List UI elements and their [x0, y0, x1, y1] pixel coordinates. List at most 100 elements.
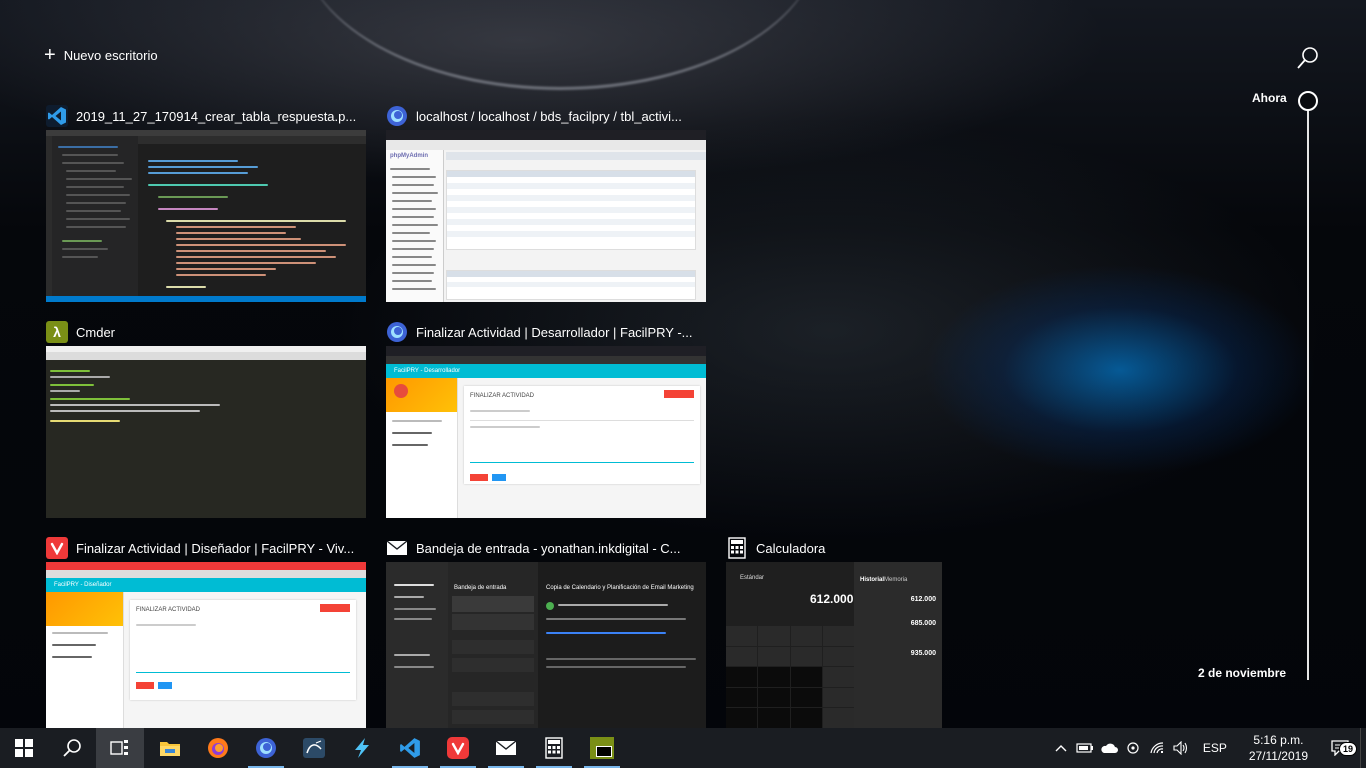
firefox-dev-icon [386, 105, 408, 127]
window-title-bar: Bandeja de entrada - yonathan.inkdigital… [386, 534, 681, 562]
battery-icon [1076, 743, 1093, 753]
calc-history-value: 612.000 [910, 596, 936, 603]
vivaldi-icon [46, 537, 68, 559]
task-view-icon [110, 740, 128, 755]
thumb-mail-subject: Copia de Calendario y Planificación de E… [546, 585, 694, 591]
task-view-button[interactable] [96, 728, 144, 768]
window-title-bar: λ Cmder [46, 318, 115, 346]
show-hidden-icons-button[interactable] [1049, 728, 1073, 768]
vscode-icon [400, 738, 420, 758]
taskbar-app-cmder[interactable] [578, 728, 626, 768]
window-thumbnail: phpMyAdmin [386, 130, 706, 302]
notification-count-badge: 19 [1338, 742, 1357, 756]
window-thumbnail: Estándar 612.000 Historial Memoria 612.0… [726, 562, 942, 728]
firefox-dev-icon [256, 738, 276, 758]
mail-icon [495, 740, 517, 755]
window-title: Calculadora [756, 540, 826, 556]
clock-button[interactable]: 5:16 p.m. 27/11/2019 [1237, 732, 1320, 764]
thumb-form-heading: FINALIZAR ACTIVIDAD [136, 607, 201, 613]
volume-tray-button[interactable] [1169, 728, 1193, 768]
window-card-facilpry-dev[interactable]: Finalizar Actividad | Desarrollador | Fa… [386, 318, 706, 518]
firefox-icon [208, 738, 228, 758]
taskbar-app-firefox-dev[interactable] [242, 728, 290, 768]
window-title: Finalizar Actividad | Desarrollador | Fa… [416, 324, 693, 340]
cloud-icon [1101, 743, 1118, 753]
calc-memory-tab: Memoria [884, 577, 908, 583]
start-button[interactable] [0, 728, 48, 768]
clock-time: 5:16 p.m. [1253, 733, 1304, 747]
file-explorer-icon [160, 742, 180, 756]
window-title: localhost / localhost / bds_facilpry / t… [416, 108, 682, 124]
calculator-icon [545, 737, 563, 759]
input-language-button[interactable]: ESP [1193, 741, 1237, 755]
calc-display: 612.000 [810, 592, 854, 606]
volume-icon [1173, 741, 1187, 755]
wifi-icon [1150, 742, 1163, 754]
window-card-facilpry-design[interactable]: Finalizar Actividad | Diseñador | FacilP… [46, 534, 366, 728]
location-icon [1127, 742, 1139, 754]
action-center-button[interactable]: 19 [1320, 728, 1360, 768]
window-card-phpmyadmin[interactable]: localhost / localhost / bds_facilpry / t… [386, 102, 706, 302]
window-thumbnail [46, 130, 366, 302]
cmder-icon [590, 737, 614, 759]
window-title: Finalizar Actividad | Diseñador | FacilP… [76, 540, 355, 556]
phpmyadmin-logo: phpMyAdmin [390, 153, 428, 159]
taskbar-app-firefox[interactable] [194, 728, 242, 768]
calc-history-tab: Historial [860, 577, 885, 583]
vscode-icon [46, 105, 68, 127]
window-title-bar: Calculadora [726, 534, 825, 562]
window-title-bar: localhost / localhost / bds_facilpry / t… [386, 102, 682, 130]
window-card-vscode[interactable]: 2019_11_27_170914_crear_tabla_respuesta.… [46, 102, 366, 302]
thumb-form-heading: FINALIZAR ACTIVIDAD [470, 393, 535, 399]
taskbar-app-lightning[interactable] [338, 728, 386, 768]
search-icon [63, 739, 81, 757]
show-desktop-button[interactable] [1360, 728, 1366, 768]
taskbar-app-mail[interactable] [482, 728, 530, 768]
cmder-icon: λ [46, 321, 68, 343]
window-thumbnail [46, 346, 366, 518]
thumb-mail-folder: Bandeja de entrada [454, 585, 507, 591]
calculator-icon [726, 537, 748, 559]
timeline-thumb[interactable] [1298, 91, 1318, 111]
taskbar-app-vivaldi[interactable] [434, 728, 482, 768]
timeline-date-label[interactable]: 2 de noviembre [1198, 666, 1286, 680]
window-thumbnail: Bandeja de entrada Copia de Calendario y… [386, 562, 706, 728]
taskbar-app-mysql-workbench[interactable] [290, 728, 338, 768]
calc-history-value: 935.000 [910, 650, 936, 657]
taskbar-search-button[interactable] [48, 728, 96, 768]
window-title-bar: Finalizar Actividad | Diseñador | FacilP… [46, 534, 354, 562]
window-thumbnail: FacilPRY - Desarrollador FINALIZAR ACTIV… [386, 346, 706, 518]
taskbar-app-file-explorer[interactable] [146, 728, 194, 768]
window-card-calculator[interactable]: Calculadora Estándar 612.000 Historial M… [726, 534, 942, 728]
system-tray: ESP 5:16 p.m. 27/11/2019 19 [1049, 728, 1366, 768]
timeline-now-label[interactable]: Ahora [1252, 91, 1287, 105]
mail-icon [386, 537, 408, 559]
timeline-scrollbar[interactable] [1307, 100, 1309, 680]
new-desktop-button[interactable]: + Nuevo escritorio [44, 44, 158, 66]
windows-icon [15, 739, 33, 757]
taskbar-app-vscode[interactable] [386, 728, 434, 768]
onedrive-tray-button[interactable] [1097, 728, 1121, 768]
clock-date: 27/11/2019 [1248, 749, 1308, 763]
wifi-tray-button[interactable] [1145, 728, 1169, 768]
calc-mode: Estándar [740, 575, 765, 581]
lightning-icon [355, 738, 369, 758]
vivaldi-icon [447, 737, 469, 759]
taskbar-app-calculator[interactable] [530, 728, 578, 768]
window-card-mail[interactable]: Bandeja de entrada - yonathan.inkdigital… [386, 534, 706, 728]
battery-tray-button[interactable] [1073, 728, 1097, 768]
location-tray-button[interactable] [1121, 728, 1145, 768]
window-card-cmder[interactable]: λ Cmder [46, 318, 366, 518]
window-thumbnail: FacilPRY - Diseñador FINALIZAR ACTIVIDAD [46, 562, 366, 728]
thumb-app-header: FacilPRY - Diseñador [54, 582, 112, 588]
calc-history-value: 685.000 [910, 620, 936, 627]
window-title-bar: 2019_11_27_170914_crear_tabla_respuesta.… [46, 102, 356, 130]
timeline-search-button[interactable] [1296, 46, 1320, 70]
plus-icon: + [44, 44, 56, 66]
new-desktop-label: Nuevo escritorio [63, 47, 158, 63]
window-title: Cmder [76, 324, 116, 340]
taskbar: ESP 5:16 p.m. 27/11/2019 19 [0, 728, 1366, 768]
window-title: 2019_11_27_170914_crear_tabla_respuesta.… [76, 108, 357, 124]
window-title-bar: Finalizar Actividad | Desarrollador | Fa… [386, 318, 693, 346]
chevron-up-icon [1055, 745, 1067, 752]
